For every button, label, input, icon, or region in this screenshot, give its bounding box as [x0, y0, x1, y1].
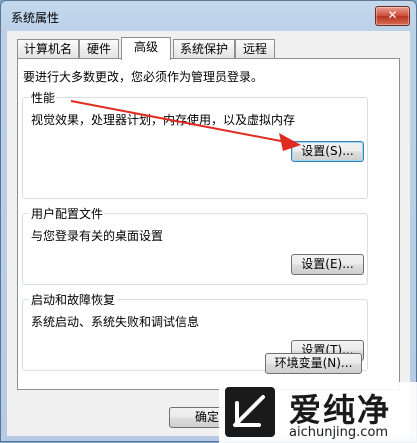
advanced-tab-panel: 要进行大多数更改，您必须作为管理员登录。 性能 视觉效果，处理器计划，内存使用，… — [17, 58, 400, 390]
watermark: 爱纯净 aichunjing.com — [219, 382, 417, 443]
close-button[interactable]: ✕ — [375, 6, 410, 26]
dialog-client-area: 计算机名 硬件 高级 系统保护 远程 要进行大多数更改，您必须作为管理员登录。 … — [7, 31, 410, 436]
user-profile-group-title: 用户配置文件 — [29, 205, 106, 222]
user-profile-group: 用户配置文件 与您登录有关的桌面设置 设置(E)... — [22, 205, 368, 285]
tab-remote[interactable]: 远程 — [235, 39, 275, 59]
user-profile-group-desc: 与您登录有关的桌面设置 — [31, 229, 164, 243]
system-properties-window: 系统属性 ✕ 计算机名 硬件 高级 系统保护 远程 要进行大多数更改，您必须作为… — [0, 0, 417, 443]
tab-system-protection[interactable]: 系统保护 — [173, 39, 235, 59]
tab-hardware[interactable]: 硬件 — [79, 39, 119, 59]
performance-group-title: 性能 — [29, 89, 58, 106]
admin-note: 要进行大多数更改，您必须作为管理员登录。 — [23, 70, 264, 84]
startup-recovery-group-desc: 系统启动、系统失败和调试信息 — [31, 315, 200, 329]
user-profile-settings-button[interactable]: 设置(E)... — [291, 254, 364, 275]
tab-advanced[interactable]: 高级 — [121, 37, 171, 60]
watermark-url: aichunjing.com — [289, 425, 389, 440]
environment-variables-button[interactable]: 环境变量(N)... — [265, 353, 362, 374]
performance-group-desc: 视觉效果，处理器计划，内存使用，以及虚拟内存 — [31, 113, 296, 127]
performance-settings-button[interactable]: 设置(S)... — [291, 141, 364, 162]
title-bar[interactable]: 系统属性 ✕ — [1, 1, 416, 31]
tab-computer-name[interactable]: 计算机名 — [17, 39, 79, 59]
performance-group: 性能 视觉效果，处理器计划，内存使用，以及虚拟内存 设置(S)... — [22, 89, 368, 199]
window-title: 系统属性 — [11, 11, 60, 25]
startup-recovery-group-title: 启动和故障恢复 — [29, 291, 118, 308]
watermark-logo-icon — [225, 387, 275, 437]
